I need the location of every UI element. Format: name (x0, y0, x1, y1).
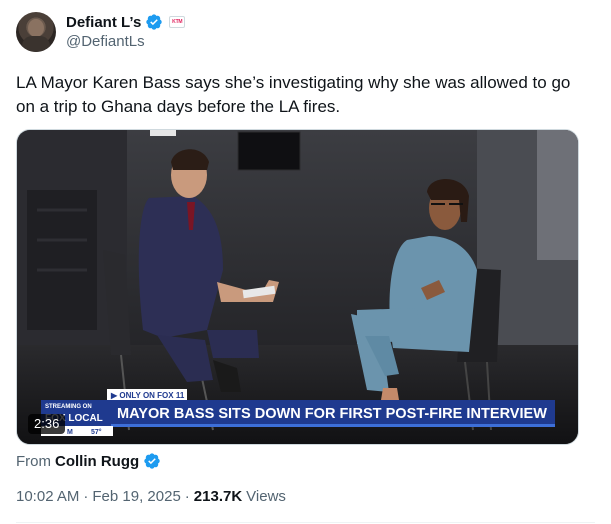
divider (16, 522, 595, 523)
views-count: 213.7K (193, 488, 243, 505)
meta-separator: · (184, 488, 190, 505)
source-label: From (16, 452, 51, 470)
video-duration: 2:36 (28, 414, 66, 434)
author-name-row: Defiant L’s KTM (66, 13, 186, 31)
time-label: M (67, 429, 73, 436)
author-handle[interactable]: @DefiantLs (66, 33, 145, 50)
affiliate-label-icon[interactable]: KTM (169, 16, 186, 28)
streaming-on-label: STREAMING ON (45, 404, 92, 410)
author-display-name[interactable]: Defiant L’s (66, 14, 141, 31)
source-name[interactable]: Collin Rugg (55, 453, 139, 470)
views-label: Views (246, 488, 286, 505)
tweet-date[interactable]: Feb 19, 2025 (92, 488, 180, 505)
only-on-fox-label: ▶ ONLY ON FOX 11 (110, 391, 185, 400)
source-attribution: From Collin Rugg (16, 452, 161, 470)
tweet-time[interactable]: 10:02 AM (16, 488, 79, 505)
meta-separator: · (83, 488, 89, 505)
tweet-text: LA Mayor Karen Bass says she’s investiga… (16, 73, 571, 116)
video-frame: ▶ ONLY ON FOX 11 STREAMING ON FOX LOCAL … (17, 130, 578, 444)
video-player[interactable]: ▶ ONLY ON FOX 11 STREAMING ON FOX LOCAL … (16, 129, 579, 445)
verified-badge-icon (144, 453, 160, 469)
temperature-label: 57° (91, 428, 102, 436)
tweet: Defiant L’s KTM @DefiantLs LA Mayor Kare… (0, 0, 611, 524)
lower-third-headline: MAYOR BASS SITS DOWN FOR FIRST POST-FIRE… (117, 405, 548, 422)
verified-badge-icon (146, 14, 162, 30)
author-avatar[interactable] (16, 12, 56, 52)
tweet-metadata: 10:02 AM · Feb 19, 2025 · 213.7K Views (16, 488, 286, 505)
